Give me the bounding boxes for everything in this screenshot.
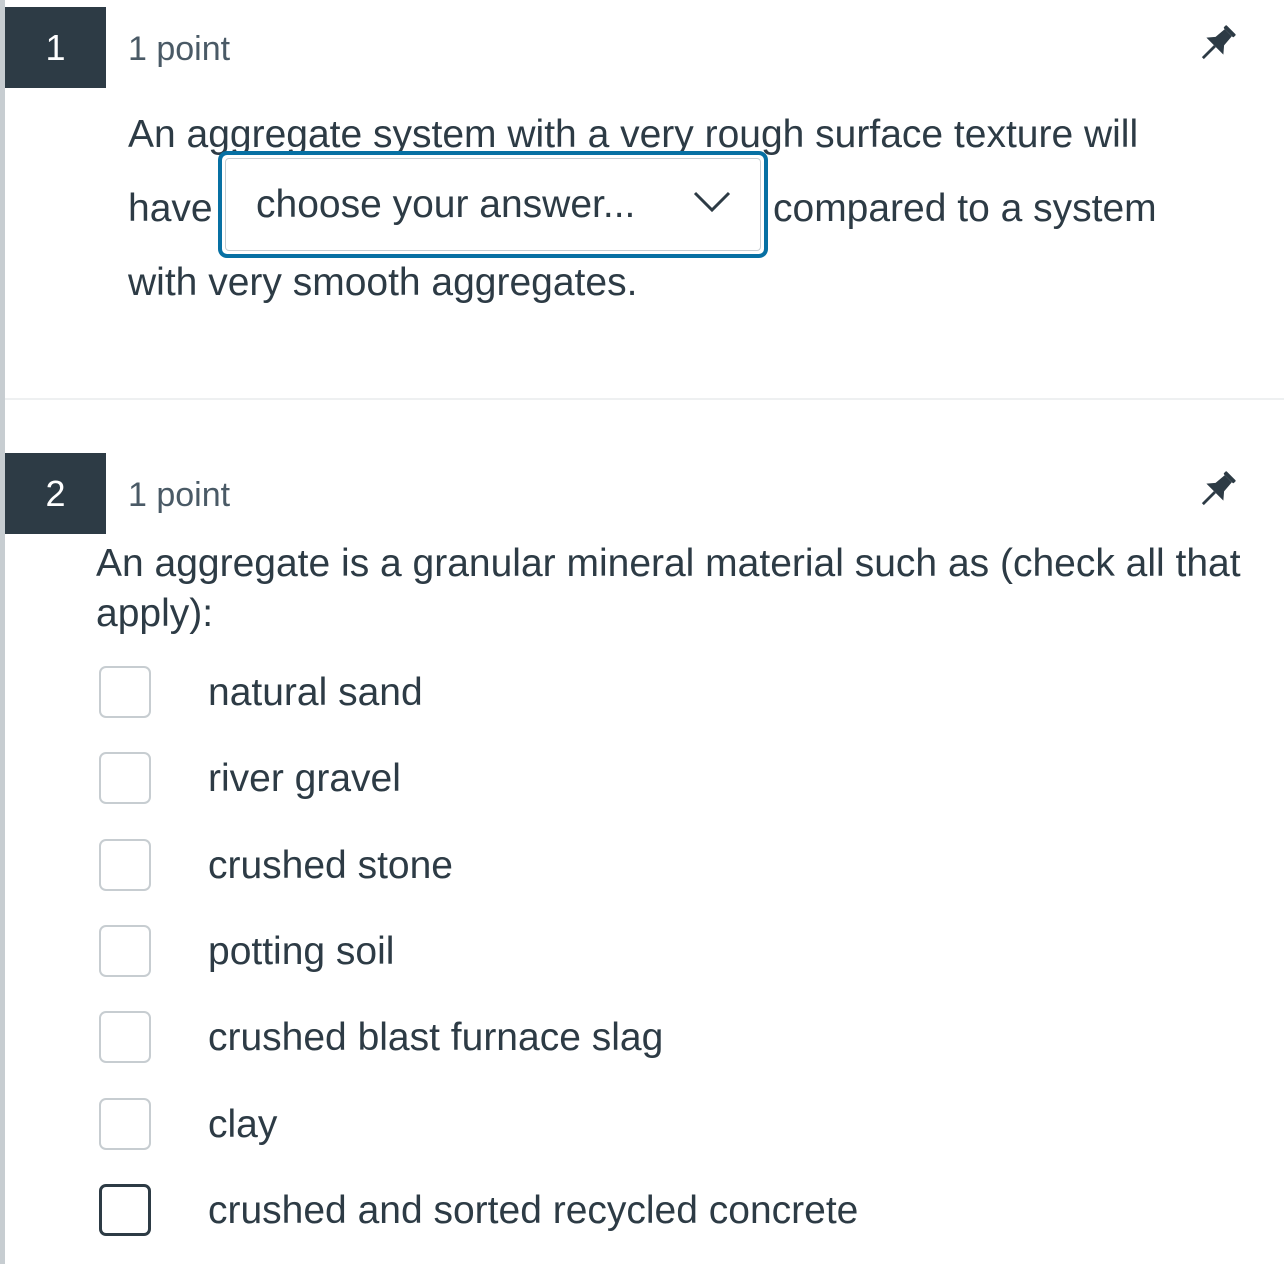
answer-dropdown[interactable]: choose your answer... [218,151,768,258]
option-label: crushed and sorted recycled concrete [208,1189,859,1232]
answer-option[interactable]: crushed and sorted recycled concrete [99,1184,999,1240]
checkbox[interactable] [99,1011,151,1063]
answer-option[interactable]: river gravel [99,752,999,808]
checkbox[interactable] [99,839,151,891]
pin-icon[interactable] [1193,20,1241,68]
checkbox[interactable] [99,1184,151,1236]
chevron-down-icon [693,191,731,213]
pin-icon[interactable] [1193,466,1241,514]
answer-option[interactable]: crushed blast furnace slag [99,1011,999,1067]
question-number-badge: 1 [5,7,106,88]
option-label: crushed blast furnace slag [208,1016,664,1059]
checkbox[interactable] [99,666,151,718]
answer-option[interactable]: crushed stone [99,839,999,895]
question-divider [5,398,1284,400]
question-points: 1 point [128,30,231,68]
quiz-page: 1 1 point An aggregate system with a ver… [0,0,1284,1264]
answer-option[interactable]: natural sand [99,666,999,722]
answer-option[interactable]: clay [99,1098,999,1154]
question-points: 1 point [128,476,231,514]
option-label: crushed stone [208,844,453,887]
option-label: river gravel [208,757,401,800]
question-number: 2 [45,472,66,514]
dropdown-value: choose your answer... [256,182,636,226]
checkbox[interactable] [99,752,151,804]
answer-dropdown-inner[interactable]: choose your answer... [225,158,761,251]
answer-option[interactable]: potting soil [99,925,999,981]
question-number: 1 [45,26,66,68]
option-label: potting soil [208,930,395,973]
option-label: clay [208,1103,278,1146]
option-label: natural sand [208,671,423,714]
question-2-text: An aggregate is a granular mineral mater… [96,542,1241,635]
checkbox[interactable] [99,1098,151,1150]
question-number-badge: 2 [5,453,106,534]
checkbox[interactable] [99,925,151,977]
